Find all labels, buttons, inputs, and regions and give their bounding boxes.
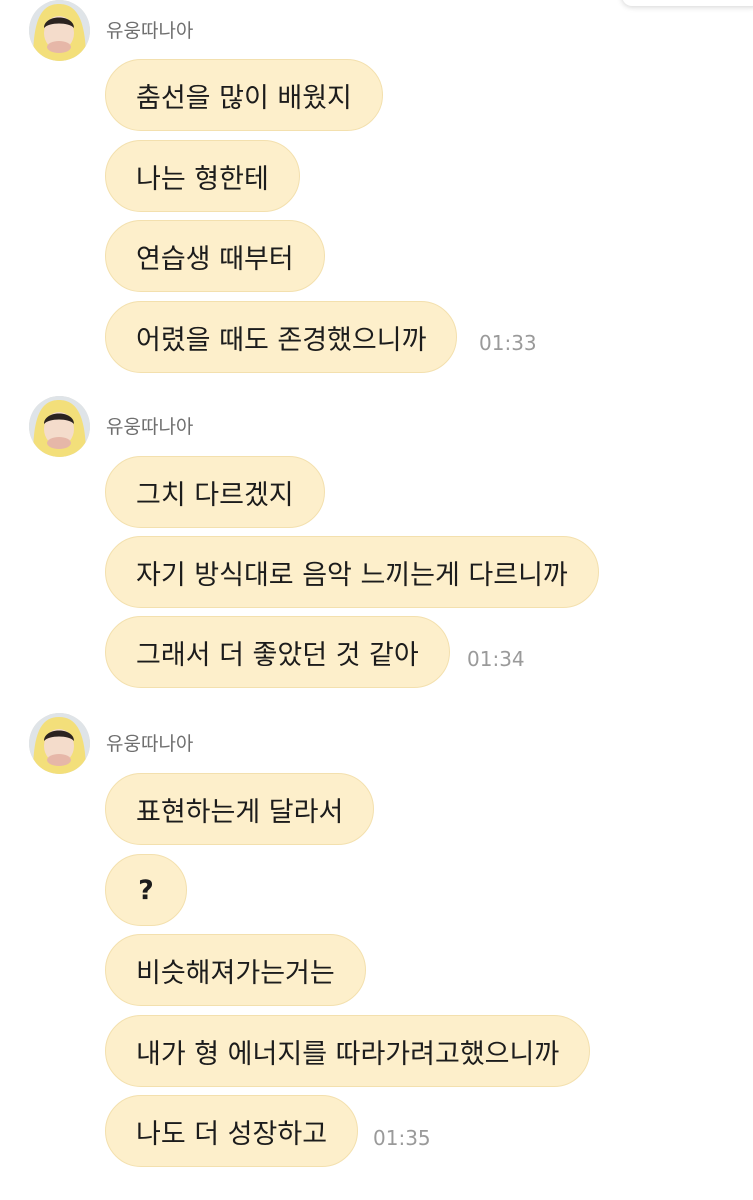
message-group-2: 유웅따나아 그치 다르겠지 자기 방식대로 음악 느끼는게 다르니까 그래서 더… (0, 396, 753, 696)
message-bubble[interactable]: 그래서 더 좋았던 것 같아 (105, 616, 450, 688)
avatar-photo-icon (29, 0, 90, 61)
message-bubble[interactable]: 비슷해져가는거는 (105, 934, 366, 1006)
message-bubble[interactable]: 어렸을 때도 존경했으니까 (105, 301, 458, 373)
message-bubble[interactable]: 그치 다르겠지 (105, 456, 325, 528)
avatar-photo-icon (29, 713, 90, 774)
message-bubble[interactable]: 표현하는게 달라서 (105, 773, 375, 845)
sender-name: 유웅따나아 (106, 416, 194, 438)
message-timestamp: 01:33 (479, 331, 537, 355)
message-bubble[interactable]: ? (105, 854, 187, 926)
message-timestamp: 01:35 (373, 1126, 431, 1150)
sender-avatar[interactable] (29, 713, 90, 774)
message-group-3: 유웅따나아 표현하는게 달라서 ? 비슷해져가는거는 내가 형 에너지를 따라가… (0, 713, 753, 1173)
message-group-1: 유웅따나아 춤선을 많이 배웠지 나는 형한테 연습생 때부터 어렸을 때도 존… (0, 0, 753, 380)
message-bubble[interactable]: 나도 더 성장하고 (105, 1095, 359, 1167)
sender-avatar[interactable] (29, 0, 90, 61)
message-bubble[interactable]: 나는 형한테 (105, 140, 300, 212)
message-timestamp: 01:34 (467, 647, 525, 671)
message-bubble[interactable]: 자기 방식대로 음악 느끼는게 다르니까 (105, 536, 599, 608)
sender-name: 유웅따나아 (106, 733, 194, 755)
message-bubble[interactable]: 연습생 때부터 (105, 220, 325, 292)
avatar-photo-icon (29, 396, 90, 457)
message-bubble[interactable]: 내가 형 에너지를 따라가려고했으니까 (105, 1015, 591, 1087)
sender-avatar[interactable] (29, 396, 90, 457)
message-bubble[interactable]: 춤선을 많이 배웠지 (105, 59, 383, 131)
sender-name: 유웅따나아 (106, 20, 194, 42)
